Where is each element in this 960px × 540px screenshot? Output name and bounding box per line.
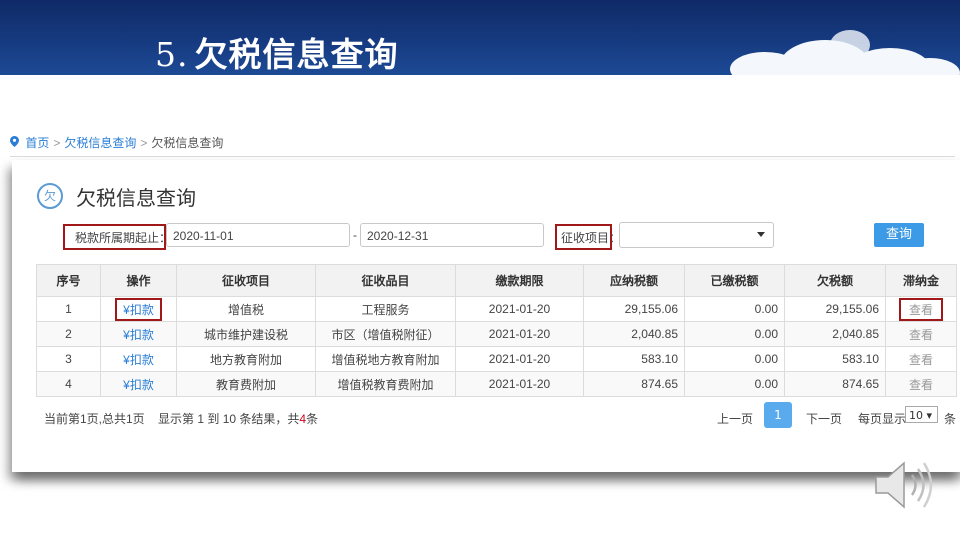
panel-title: 欠税信息查询 <box>76 186 196 210</box>
deduct-link-cell: ¥扣款 <box>100 346 177 372</box>
view-late-fee-link[interactable]: 查看 <box>909 378 933 392</box>
row-number: 2 <box>36 321 101 347</box>
owed-amount-cell: 29,155.06 <box>784 296 886 322</box>
paid-amount-cell: 0.00 <box>684 321 785 347</box>
breadcrumb-separator: > <box>53 136 61 150</box>
tax-item-cell: 教育费附加 <box>176 371 316 397</box>
date-range-separator: - <box>353 228 357 242</box>
owed-amount-cell: 2,040.85 <box>784 321 886 347</box>
view-late-fee-link[interactable]: 查看 <box>909 328 933 342</box>
result-suffix: 条 <box>306 412 319 426</box>
per-page-select[interactable]: 10 ▾ <box>905 406 938 423</box>
tax-item-cell: 地方教育附加 <box>176 346 316 372</box>
column-header: 已缴税额 <box>684 264 785 297</box>
tax-item-cell: 城市维护建设税 <box>176 321 316 347</box>
query-button[interactable]: 查询 <box>874 223 924 247</box>
deadline-cell: 2021-01-20 <box>455 321 584 347</box>
slide-number: 5. <box>155 35 189 74</box>
due-amount-cell: 29,155.06 <box>583 296 685 322</box>
location-pin-icon <box>10 136 22 150</box>
tax-subitem-cell: 增值税教育费附加 <box>315 371 456 397</box>
breadcrumb-home-link[interactable]: 首页 <box>25 136 49 150</box>
due-amount-cell: 583.10 <box>583 346 685 372</box>
deduct-link-cell: ¥扣款 <box>100 321 177 347</box>
breadcrumb-separator: > <box>140 136 148 150</box>
due-amount-cell: 2,040.85 <box>583 321 685 347</box>
column-header: 操作 <box>100 264 177 297</box>
deduct-link[interactable]: ¥扣款 <box>123 378 154 392</box>
deadline-cell: 2021-01-20 <box>455 371 584 397</box>
tax-item-cell: 增值税 <box>176 296 316 322</box>
row-number: 4 <box>36 371 101 397</box>
deadline-cell: 2021-01-20 <box>455 296 584 322</box>
tax-subitem-cell: 工程服务 <box>315 296 456 322</box>
column-header: 应纳税额 <box>583 264 685 297</box>
slide-title-text: 欠税信息查询 <box>194 35 399 74</box>
deduct-link-cell: ¥扣款 <box>100 296 177 322</box>
period-label: 税款所属期起止： <box>75 231 172 245</box>
owed-amount-cell: 874.65 <box>784 371 886 397</box>
paid-amount-cell: 0.00 <box>684 346 785 372</box>
deduct-link[interactable]: ¥扣款 <box>115 297 162 321</box>
deduct-link[interactable]: ¥扣款 <box>123 353 154 367</box>
start-date-input[interactable]: 2020-11-01 <box>166 223 350 247</box>
slide-title: 5. 欠税信息查询 <box>155 28 399 75</box>
per-page-unit: 条 <box>944 412 957 426</box>
table-row: 2 ¥扣款 城市维护建设税 市区（增值税附征） 2021-01-20 2,040… <box>36 321 957 347</box>
view-late-fee-link[interactable]: 查看 <box>909 353 933 367</box>
chevron-down-icon <box>757 232 765 237</box>
deadline-cell: 2021-01-20 <box>455 346 584 372</box>
speaker-icon[interactable] <box>872 455 938 519</box>
column-header: 序号 <box>36 264 101 297</box>
table-row: 1 ¥扣款 增值税 工程服务 2021-01-20 29,155.06 0.00… <box>36 296 957 322</box>
deduct-link[interactable]: ¥扣款 <box>123 328 154 342</box>
tax-subitem-cell: 增值税地方教育附加 <box>315 346 456 372</box>
paid-amount-cell: 0.00 <box>684 296 785 322</box>
tax-subitem-cell: 市区（增值税附征） <box>315 321 456 347</box>
due-amount-cell: 874.65 <box>583 371 685 397</box>
table-header-row: 序号 操作 征收项目 征收品目 缴款期限 应纳税额 已缴税额 欠税额 滞纳金 <box>36 264 957 297</box>
arrears-table: 序号 操作 征收项目 征收品目 缴款期限 应纳税额 已缴税额 欠税额 滞纳金 1… <box>36 264 957 397</box>
late-fee-cell: 查看 <box>885 296 957 322</box>
column-header: 滞纳金 <box>885 264 957 297</box>
row-number: 3 <box>36 346 101 372</box>
tax-item-label: 征收项目： <box>561 231 622 245</box>
breadcrumb-current: 欠税信息查询 <box>151 136 224 150</box>
paid-amount-cell: 0.00 <box>684 371 785 397</box>
table-row: 3 ¥扣款 地方教育附加 增值税地方教育附加 2021-01-20 583.10… <box>36 346 957 372</box>
prev-page-button[interactable]: 上一页 <box>717 410 753 427</box>
deduct-link-cell: ¥扣款 <box>100 371 177 397</box>
arrears-icon: 欠 <box>37 183 63 209</box>
column-header: 欠税额 <box>784 264 886 297</box>
result-prefix: 显示第 1 到 10 条结果，共 <box>158 412 300 426</box>
column-header: 征收项目 <box>176 264 316 297</box>
tax-item-select[interactable] <box>619 222 774 248</box>
owed-amount-cell: 583.10 <box>784 346 886 372</box>
page-info: 当前第1页,总共1页 <box>44 412 145 426</box>
table-row: 4 ¥扣款 教育费附加 增值税教育费附加 2021-01-20 874.65 0… <box>36 371 957 397</box>
pager-summary: 当前第1页,总共1页 显示第 1 到 10 条结果，共4条 <box>44 410 318 427</box>
breadcrumb: 首页 > 欠税信息查询 > 欠税信息查询 <box>10 134 223 151</box>
late-fee-cell: 查看 <box>885 346 957 372</box>
page-1-button[interactable]: 1 <box>764 402 792 428</box>
column-header: 缴款期限 <box>455 264 584 297</box>
breadcrumb-level1-link[interactable]: 欠税信息查询 <box>64 136 136 150</box>
column-header: 征收品目 <box>315 264 456 297</box>
breadcrumb-divider <box>10 156 955 157</box>
per-page-label: 每页显示 <box>858 412 907 426</box>
slide-banner: 5. 欠税信息查询 <box>0 0 960 75</box>
view-late-fee-link[interactable]: 查看 <box>898 297 943 321</box>
row-number: 1 <box>36 296 101 322</box>
late-fee-cell: 查看 <box>885 321 957 347</box>
query-panel: 欠 欠税信息查询 税款所属期起止： 2020-11-01 - 2020-12-3… <box>12 160 960 472</box>
end-date-input[interactable]: 2020-12-31 <box>360 223 544 247</box>
late-fee-cell: 查看 <box>885 371 957 397</box>
next-page-button[interactable]: 下一页 <box>806 410 842 427</box>
cloud-decoration <box>830 30 870 60</box>
